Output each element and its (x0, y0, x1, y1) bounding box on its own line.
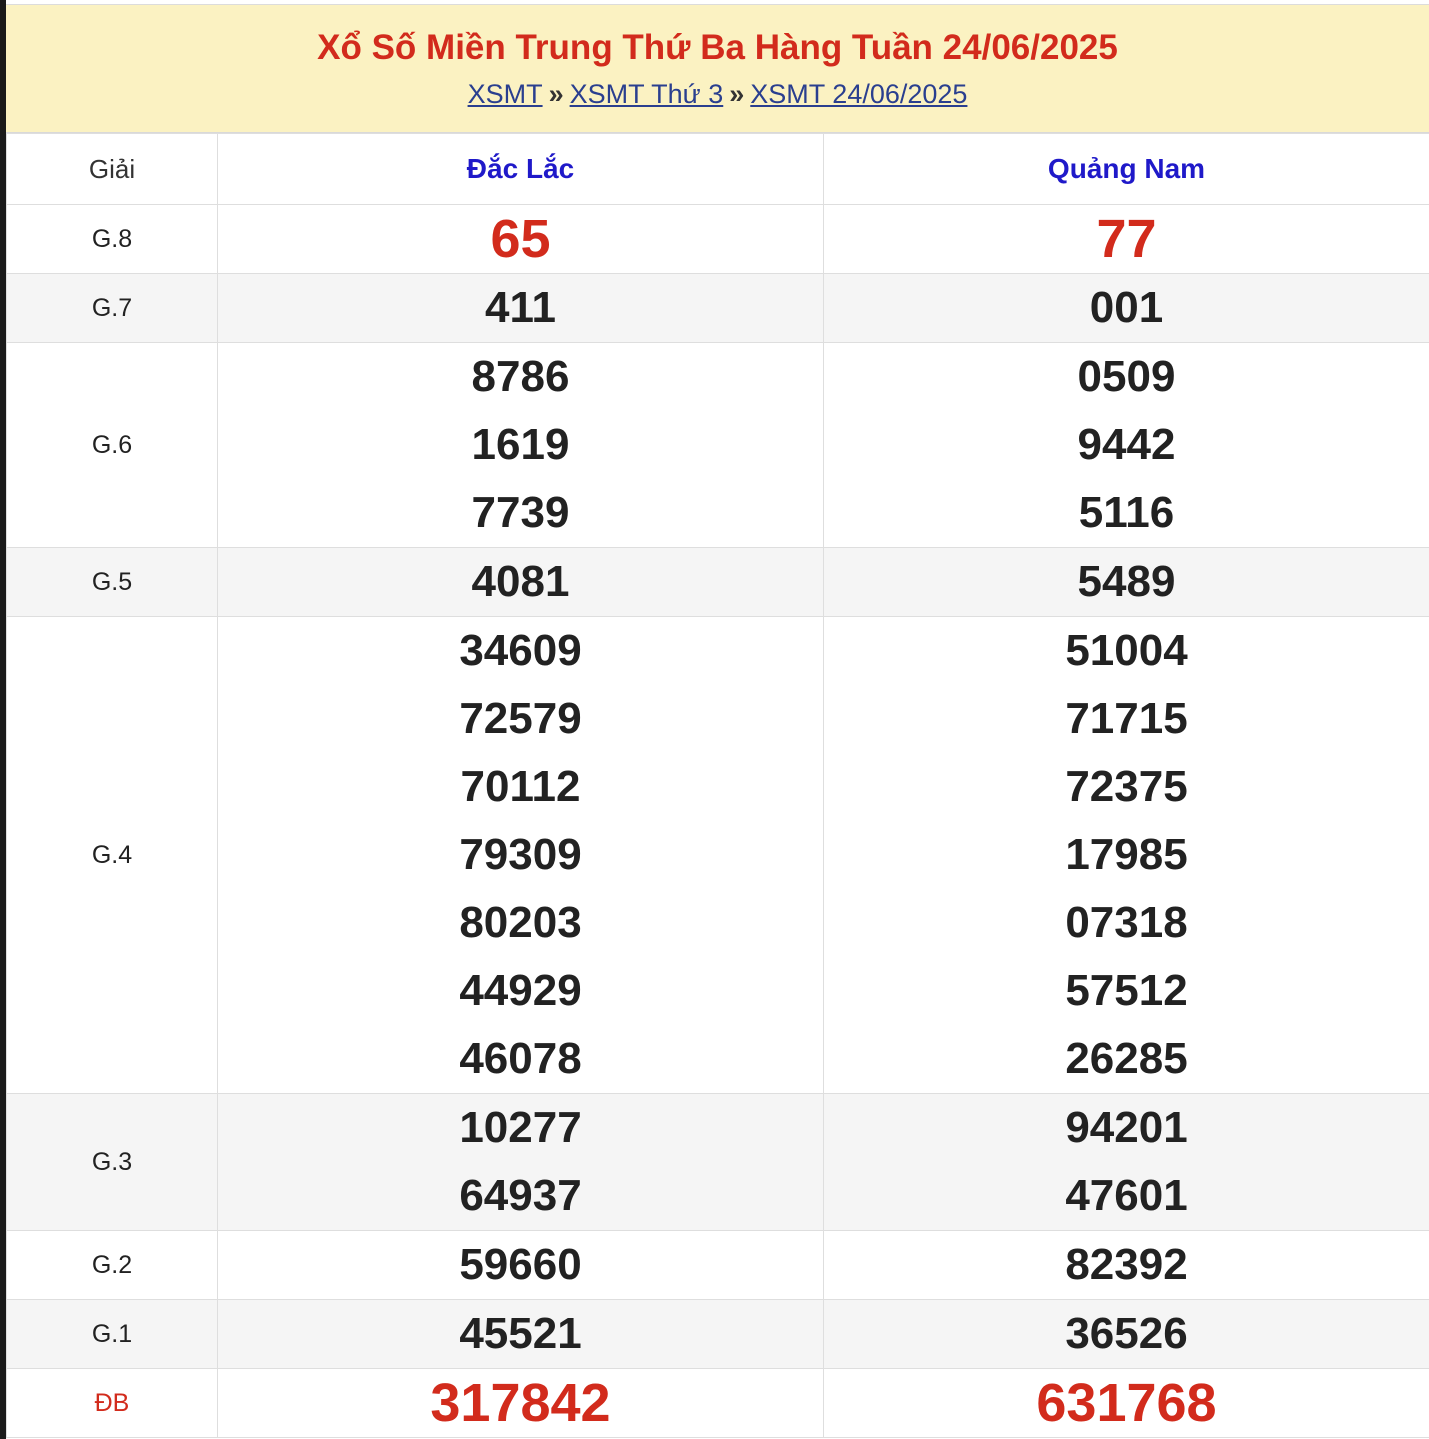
table-row: G.2 59660 82392 (6, 1230, 1429, 1300)
result-cell-dak-lak: 10277 64937 (217, 1093, 824, 1231)
breadcrumb-separator: » (729, 79, 745, 109)
result-number: 411 (485, 283, 556, 332)
result-number: 07318 (1065, 898, 1188, 947)
prize-label: G.1 (6, 1299, 218, 1369)
table-row: G.4 34609 72579 70112 79309 80203 44929 46078 51… (6, 616, 1429, 1094)
result-cell-quang-nam: 51004 71715 72375 17985 07318 57512 26285 (823, 616, 1429, 1094)
table-header-row: Giải Đắc Lắc Quảng Nam (6, 133, 1429, 205)
result-number: 7739 (471, 488, 570, 537)
result-cell-quang-nam: 001 (823, 273, 1429, 343)
result-cell-quang-nam: 0509 9442 5116 (823, 342, 1429, 548)
result-number: 72579 (459, 694, 582, 743)
page: Xổ Số Miền Trung Thứ Ba Hàng Tuần 24/06/… (0, 0, 1429, 1439)
table-row: G.3 10277 64937 94201 47601 (6, 1093, 1429, 1231)
result-number: 44929 (459, 966, 582, 1015)
result-number: 34609 (459, 626, 582, 675)
result-number: 36526 (1065, 1309, 1188, 1358)
result-cell-dak-lak: 4081 (217, 547, 824, 617)
results-table: Giải Đắc Lắc Quảng Nam G.8 65 77 G.7 411 001 G… (6, 133, 1429, 1438)
result-number: 0509 (1077, 352, 1176, 401)
result-number: 5116 (1078, 488, 1175, 537)
breadcrumb-link-xsmt-thu3[interactable]: XSMT Thứ 3 (570, 79, 724, 109)
result-number: 47601 (1065, 1171, 1188, 1220)
result-number: 70112 (460, 762, 581, 811)
result-cell-quang-nam: 82392 (823, 1230, 1429, 1300)
result-number: 80203 (459, 898, 582, 947)
result-number: 5489 (1077, 557, 1176, 606)
result-number: 79309 (459, 830, 582, 879)
result-number: 317842 (430, 1373, 611, 1433)
result-cell-dak-lak: 317842 (217, 1368, 824, 1438)
breadcrumb-link-xsmt-date[interactable]: XSMT 24/06/2025 (750, 79, 967, 109)
result-number: 72375 (1065, 762, 1188, 811)
results-header: Xổ Số Miền Trung Thứ Ba Hàng Tuần 24/06/… (6, 5, 1429, 133)
result-number: 001 (1089, 283, 1164, 332)
result-number: 8786 (471, 352, 570, 401)
prize-label: G.3 (6, 1093, 218, 1231)
result-cell-quang-nam: 5489 (823, 547, 1429, 617)
table-row: G.6 8786 1619 7739 0509 9442 5116 (6, 342, 1429, 548)
result-cell-quang-nam: 94201 47601 (823, 1093, 1429, 1231)
result-cell-quang-nam: 77 (823, 204, 1429, 274)
prize-label: G.5 (6, 547, 218, 617)
province-header-quang-nam[interactable]: Quảng Nam (823, 133, 1429, 205)
province-header-dak-lak[interactable]: Đắc Lắc (217, 133, 824, 205)
result-cell-dak-lak: 411 (217, 273, 824, 343)
result-number: 1619 (471, 420, 570, 469)
prize-label: G.8 (6, 204, 218, 274)
breadcrumb-separator: » (548, 79, 564, 109)
result-number: 4081 (471, 557, 570, 606)
result-cell-dak-lak: 65 (217, 204, 824, 274)
result-number: 77 (1096, 209, 1157, 269)
result-cell-quang-nam: 631768 (823, 1368, 1429, 1438)
table-row: G.1 45521 36526 (6, 1299, 1429, 1369)
result-number: 9442 (1077, 420, 1176, 469)
result-number: 71715 (1065, 694, 1188, 743)
prize-label: G.4 (6, 616, 218, 1094)
breadcrumb: XSMT» XSMT Thứ 3» XSMT 24/06/2025 (6, 79, 1429, 109)
result-cell-quang-nam: 36526 (823, 1299, 1429, 1369)
prize-label: ĐB (6, 1368, 218, 1438)
result-cell-dak-lak: 34609 72579 70112 79309 80203 44929 46078 (217, 616, 824, 1094)
table-row: G.7 411 001 (6, 273, 1429, 343)
result-number: 82392 (1065, 1240, 1188, 1289)
result-number: 59660 (459, 1240, 582, 1289)
result-number: 51004 (1065, 626, 1188, 675)
result-cell-dak-lak: 59660 (217, 1230, 824, 1300)
result-cell-dak-lak: 45521 (217, 1299, 824, 1369)
result-cell-dak-lak: 8786 1619 7739 (217, 342, 824, 548)
page-title: Xổ Số Miền Trung Thứ Ba Hàng Tuần 24/06/… (317, 28, 1118, 67)
result-number: 17985 (1065, 830, 1188, 879)
table-row: ĐB 317842 631768 (6, 1368, 1429, 1438)
prize-label: G.6 (6, 342, 218, 548)
result-number: 45521 (459, 1309, 582, 1358)
result-number: 10277 (459, 1103, 582, 1152)
prize-label: G.2 (6, 1230, 218, 1300)
result-number: 631768 (1036, 1373, 1217, 1433)
table-row: G.8 65 77 (6, 204, 1429, 274)
table-row: G.5 4081 5489 (6, 547, 1429, 617)
results-box: Xổ Số Miền Trung Thứ Ba Hàng Tuần 24/06/… (6, 4, 1429, 1439)
prize-column-header: Giải (6, 133, 218, 205)
result-number: 26285 (1065, 1034, 1188, 1083)
breadcrumb-link-xsmt[interactable]: XSMT (468, 79, 543, 109)
prize-label: G.7 (6, 273, 218, 343)
result-number: 64937 (459, 1171, 582, 1220)
result-number: 65 (490, 209, 551, 269)
result-number: 57512 (1065, 966, 1188, 1015)
result-number: 94201 (1065, 1103, 1188, 1152)
result-number: 46078 (459, 1034, 582, 1083)
